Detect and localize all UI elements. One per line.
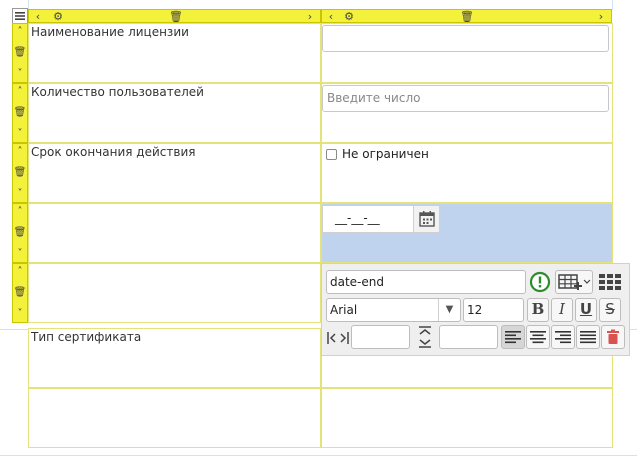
row-up-icon[interactable]: ˄ — [13, 86, 27, 98]
grid-icon — [599, 274, 621, 290]
unlimited-checkbox-label: Не ограничен — [342, 147, 429, 161]
row-up-icon[interactable]: ˄ — [13, 266, 27, 278]
field-label: Количество пользователей — [31, 85, 204, 99]
row-delete-icon[interactable]: 🗑 — [13, 287, 27, 299]
row-delete-icon[interactable]: 🗑 — [13, 107, 27, 119]
column-control-bar-2: ‹ ⚙ 🗑 › — [321, 9, 612, 23]
column-settings-icon[interactable]: ⚙ — [51, 10, 65, 24]
license-name-input[interactable] — [322, 25, 609, 52]
value-cell — [321, 388, 613, 448]
chevron-down-icon: ▼ — [438, 299, 460, 321]
align-right-icon — [555, 331, 571, 344]
label-cell: Срок окончания действия — [28, 143, 321, 203]
row-up-icon[interactable]: ˄ — [13, 146, 27, 158]
menu-button[interactable] — [12, 8, 28, 24]
height-input[interactable] — [439, 325, 498, 349]
label-cell: Количество пользователей — [28, 83, 321, 143]
align-center-button[interactable] — [526, 325, 550, 349]
label-cell: Тип сертификата — [28, 328, 321, 388]
column-delete-icon[interactable]: 🗑 — [460, 10, 474, 24]
row-control-bar: ˄ 🗑 ˅ — [12, 23, 28, 83]
hamburger-icon — [15, 12, 25, 20]
column-control-bar-1: ‹ ⚙ 🗑 › — [28, 9, 321, 23]
value-cell — [321, 23, 613, 83]
column-right-icon[interactable]: › — [305, 10, 315, 24]
font-size-input[interactable]: 12 — [463, 298, 524, 322]
field-label: Наименование лицензии — [31, 25, 189, 39]
value-cell: Введите число — [321, 83, 613, 143]
align-right-button[interactable] — [551, 325, 575, 349]
row-up-icon[interactable]: ˄ — [13, 26, 27, 38]
guide-line — [0, 455, 637, 456]
row-down-icon[interactable]: ˅ — [13, 188, 27, 200]
column-delete-icon[interactable]: 🗑 — [169, 10, 183, 24]
value-cell-selected[interactable]: __-__-__ — [321, 203, 613, 263]
align-justify-icon — [580, 331, 596, 344]
calendar-button[interactable] — [413, 206, 439, 232]
label-cell — [28, 388, 321, 448]
row-control-bar: ˄ 🗑 ˅ — [12, 83, 28, 143]
font-family-select[interactable]: Arial ▼ — [326, 298, 461, 322]
grid-layout-button[interactable] — [597, 270, 623, 294]
row-delete-icon[interactable]: 🗑 — [13, 47, 27, 59]
height-icon — [414, 325, 436, 349]
properties-panel: date-end Arial ▼ 12 B I U S — [321, 263, 630, 356]
width-icon — [326, 329, 350, 347]
label-cell — [28, 263, 321, 323]
row-down-icon[interactable]: ˅ — [13, 248, 27, 260]
label-cell — [28, 203, 321, 263]
row-delete-icon[interactable]: 🗑 — [13, 167, 27, 179]
field-label: Тип сертификата — [31, 330, 142, 344]
delete-field-button[interactable] — [601, 325, 625, 349]
column-right-icon[interactable]: › — [596, 10, 606, 24]
table-add-icon — [558, 274, 591, 290]
column-settings-icon[interactable]: ⚙ — [342, 10, 356, 24]
row-down-icon[interactable]: ˅ — [13, 308, 27, 320]
insert-table-button[interactable] — [555, 270, 593, 294]
calendar-icon — [419, 211, 435, 227]
width-input[interactable] — [351, 325, 410, 349]
row-control-bar: ˄ 🗑 ˅ — [12, 203, 28, 263]
field-label: Срок окончания действия — [31, 145, 196, 159]
unlimited-checkbox[interactable] — [326, 149, 337, 160]
field-id-input[interactable]: date-end — [326, 270, 526, 294]
label-cell: Наименование лицензии — [28, 23, 321, 83]
font-family-value: Arial — [330, 303, 358, 317]
end-date-input[interactable]: __-__-__ — [335, 211, 380, 225]
strikethrough-button[interactable]: S — [599, 298, 621, 322]
guide-line — [612, 0, 613, 10]
warning-icon — [529, 271, 551, 293]
align-center-icon — [530, 331, 546, 344]
column-left-icon[interactable]: ‹ — [33, 10, 43, 24]
date-input-group: __-__-__ — [322, 205, 440, 233]
row-control-bar: ˄ 🗑 ˅ — [12, 263, 28, 323]
row-delete-icon[interactable]: 🗑 — [13, 227, 27, 239]
bold-button[interactable]: B — [527, 298, 549, 322]
trash-icon — [607, 329, 619, 344]
underline-button[interactable]: U — [575, 298, 597, 322]
row-up-icon[interactable]: ˄ — [13, 206, 27, 218]
italic-button[interactable]: I — [551, 298, 573, 322]
users-count-input[interactable]: Введите число — [322, 85, 609, 112]
align-left-button[interactable] — [501, 325, 525, 349]
row-down-icon[interactable]: ˅ — [13, 128, 27, 140]
value-cell: Не ограничен — [321, 143, 613, 203]
column-left-icon[interactable]: ‹ — [326, 10, 336, 24]
align-justify-button[interactable] — [576, 325, 600, 349]
row-control-bar: ˄ 🗑 ˅ — [12, 143, 28, 203]
align-left-icon — [505, 331, 521, 344]
validation-button[interactable] — [529, 271, 551, 293]
row-down-icon[interactable]: ˅ — [13, 68, 27, 80]
